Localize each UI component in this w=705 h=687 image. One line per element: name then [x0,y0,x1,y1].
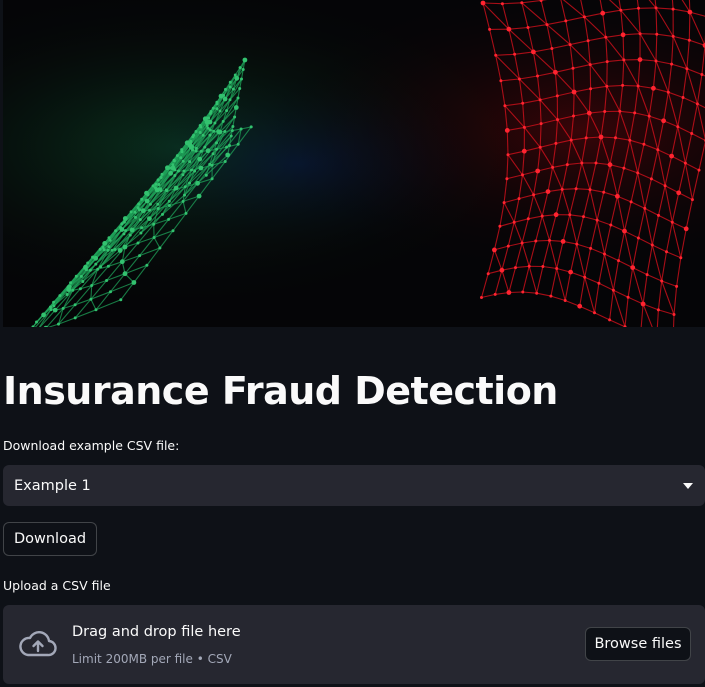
cloud-upload-icon [19,631,57,661]
file-dropzone[interactable]: Drag and drop file here Limit 200MB per … [3,605,705,684]
browse-files-button[interactable]: Browse files [585,627,691,661]
example-select-label: Download example CSV file: [3,438,180,453]
upload-label: Upload a CSV file [3,578,111,593]
dropzone-limit: Limit 200MB per file • CSV [72,652,232,666]
chevron-down-icon[interactable] [683,482,693,489]
page-title: Insurance Fraud Detection [3,369,558,413]
example-select-value: Example 1 [14,477,91,494]
dropzone-instructions: Drag and drop file here [72,624,241,640]
example-select[interactable]: Example 1 [3,465,705,506]
download-button[interactable]: Download [3,522,97,556]
neural-network-illustration [3,0,705,327]
banner-image [3,0,705,327]
